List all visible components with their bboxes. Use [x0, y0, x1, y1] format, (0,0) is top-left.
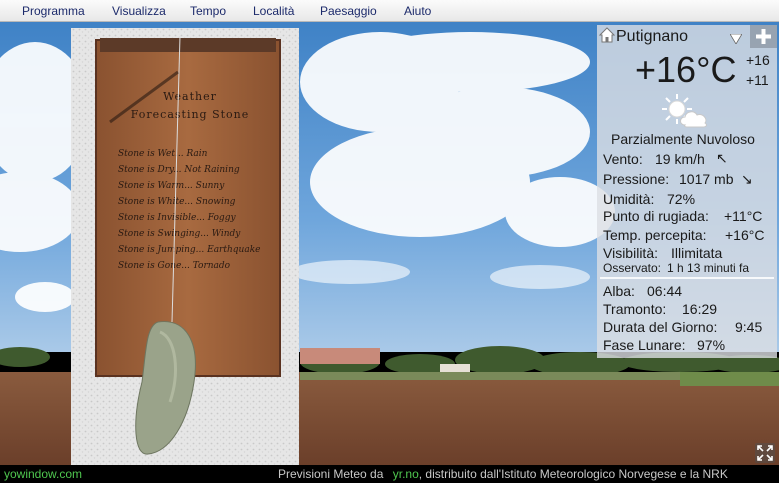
feels-like-value: +16°C	[725, 227, 765, 243]
temp-low: +11	[746, 72, 769, 88]
partly-cloudy-icon	[661, 93, 713, 134]
day-length-value: 9:45	[735, 319, 763, 335]
menu-visualizza[interactable]: Visualizza	[112, 4, 166, 18]
wind-label: Vento:	[603, 151, 643, 167]
wind-value: 19 km/h	[655, 151, 705, 167]
moon-phase-label: Fase Lunare:	[603, 337, 686, 353]
sunset-label: Tramonto:	[603, 301, 667, 317]
pressure-value: 1017 mb	[679, 171, 734, 187]
location-name[interactable]: Putignano	[616, 28, 688, 46]
yrno-link[interactable]: yr.no	[393, 467, 419, 481]
sign-line: Stone is Gone... Tornado	[118, 261, 231, 271]
dew-point-label: Punto di rugiada:	[603, 208, 709, 224]
menu-paesaggio[interactable]: Paesaggio	[320, 4, 377, 18]
sign-line: Stone is Invisible... Foggy	[118, 213, 236, 223]
current-temperature: +16°C	[635, 49, 737, 90]
sign-line: Stone is Swinging... Windy	[118, 229, 241, 239]
sunrise-label: Alba:	[603, 283, 635, 299]
credit-prefix: Previsioni Meteo da	[278, 467, 387, 481]
dropdown-triangle-icon[interactable]	[729, 31, 743, 49]
dew-point-value: +11°C	[724, 208, 763, 224]
forecast-credit: Previsioni Meteo da yr.no, distribuito d…	[278, 467, 728, 481]
sign-title-2: Forecasting Stone	[131, 108, 250, 121]
footer-bar: yowindow.com Previsioni Meteo da yr.no, …	[0, 465, 779, 483]
menu-programma[interactable]: Programma	[22, 4, 85, 18]
day-length-label: Durata del Giorno:	[603, 319, 718, 335]
sign-line: Stone is Dry... Not Raining	[118, 165, 240, 175]
pressure-arrow-icon: ↘	[741, 171, 753, 187]
plus-icon[interactable]	[750, 25, 777, 48]
fullscreen-icon[interactable]	[755, 443, 775, 463]
weather-panel: Putignano +16°C +16 +11 Parzialmente Nuv…	[597, 25, 777, 358]
menu-tempo[interactable]: Tempo	[190, 4, 226, 18]
humidity-label: Umidità:	[603, 191, 655, 207]
sign-line: Stone is White... Snowing	[118, 197, 236, 207]
moon-phase-value: 97%	[697, 337, 726, 353]
sign-title-1: Weather	[163, 90, 217, 103]
menu-localita[interactable]: Località	[253, 4, 294, 18]
wind-arrow-icon: ↖	[716, 150, 728, 166]
pressure-label: Pressione:	[603, 171, 670, 187]
humidity-value: 72%	[667, 191, 696, 207]
sign-line: Stone is Warm... Sunny	[118, 181, 225, 191]
sunset-value: 16:29	[682, 301, 718, 317]
home-icon[interactable]	[598, 27, 616, 43]
yowindow-link[interactable]: yowindow.com	[4, 467, 82, 481]
sign-line: Stone is Wet... Rain	[118, 149, 208, 159]
menu-aiuto[interactable]: Aiuto	[404, 4, 431, 18]
sign-line: Stone is Jumping... Earthquake	[118, 245, 260, 255]
observed-value: 1 h 13 minuti fa	[667, 261, 750, 275]
observed-label: Osservato:	[603, 261, 662, 275]
credit-suffix: , distribuito dall'Istituto Meteorologic…	[418, 467, 728, 481]
visibility-label: Visibilità:	[603, 245, 658, 261]
panel-divider	[600, 277, 774, 279]
temp-high: +16	[746, 52, 770, 68]
condition-text: Parzialmente Nuvoloso	[611, 131, 755, 147]
sunrise-value: 06:44	[647, 283, 683, 299]
menu-bar: Programma Visualizza Tempo Località Paes…	[0, 0, 779, 22]
visibility-value: Illimitata	[671, 245, 723, 261]
feels-like-label: Temp. percepita:	[603, 227, 707, 243]
